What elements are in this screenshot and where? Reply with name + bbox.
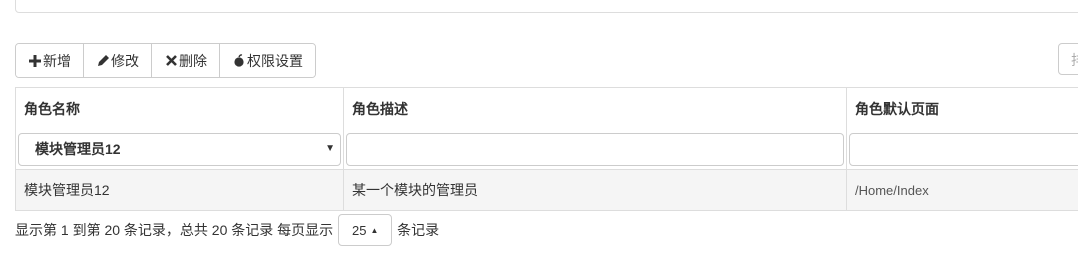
filter-row: 模块管理员12 ▼ <box>15 129 1078 169</box>
right-toolbar-button-label: 排 <box>1071 52 1078 68</box>
filter-cell-role-name: 模块管理员12 ▼ <box>15 129 343 169</box>
cell-role-name: 模块管理员12 <box>15 170 343 210</box>
cell-role-description: 某一个模块的管理员 <box>343 170 846 210</box>
edit-button[interactable]: 修改 <box>84 44 152 77</box>
table-row[interactable]: 模块管理员12 某一个模块的管理员 /Home/Index <box>15 169 1078 210</box>
pagination-summary: 显示第 1 到第 20 条记录，总共 20 条记录 每页显示 <box>15 222 334 238</box>
add-button-label: 新增 <box>43 52 71 69</box>
column-header-role-name[interactable]: 角色名称 <box>15 88 343 129</box>
caret-up-icon: ▲ <box>370 225 379 235</box>
role-name-filter-select[interactable]: 模块管理员12 ▼ <box>18 132 341 166</box>
permission-button[interactable]: 权限设置 <box>220 44 315 77</box>
delete-button[interactable]: 删除 <box>152 44 220 77</box>
page-size-dropdown[interactable]: 25 ▲ <box>338 214 393 246</box>
column-header-role-description[interactable]: 角色描述 <box>343 88 846 129</box>
dropdown-arrow-icon: ▼ <box>325 142 335 154</box>
pagination-suffix: 条记录 <box>397 222 440 238</box>
delete-button-label: 删除 <box>179 52 207 69</box>
permission-button-label: 权限设置 <box>247 52 303 69</box>
edit-button-label: 修改 <box>111 52 139 69</box>
page-size-value: 25 <box>351 222 367 238</box>
table-header-row: 角色名称 角色描述 角色默认页面 <box>15 88 1078 129</box>
add-button[interactable]: 新增 <box>16 44 84 77</box>
plus-icon <box>28 54 42 68</box>
filter-cell-role-description <box>343 129 846 169</box>
role-description-filter-input[interactable] <box>346 132 844 166</box>
right-toolbar-button[interactable]: 排 <box>1058 43 1078 75</box>
role-table: 角色名称 角色描述 角色默认页面 模块管理员12 ▼ 模块管理员12 某一个模块… <box>15 87 1078 211</box>
pagination-bar: 显示第 1 到第 20 条记录，总共 20 条记录 每页显示 25 ▲ 条记录 <box>15 213 439 247</box>
top-panel <box>15 0 1078 13</box>
column-header-default-page[interactable]: 角色默认页面 <box>846 88 1078 129</box>
apple-icon <box>232 54 246 68</box>
x-icon <box>164 54 178 68</box>
filter-cell-default-page <box>846 129 1078 169</box>
pencil-icon <box>96 54 110 68</box>
role-name-filter-value: 模块管理员12 <box>35 141 121 157</box>
default-page-filter-input[interactable] <box>849 132 1078 166</box>
cell-default-page: /Home/Index <box>846 170 1078 210</box>
toolbar: 新增 修改 删除 权限设置 <box>15 43 316 78</box>
